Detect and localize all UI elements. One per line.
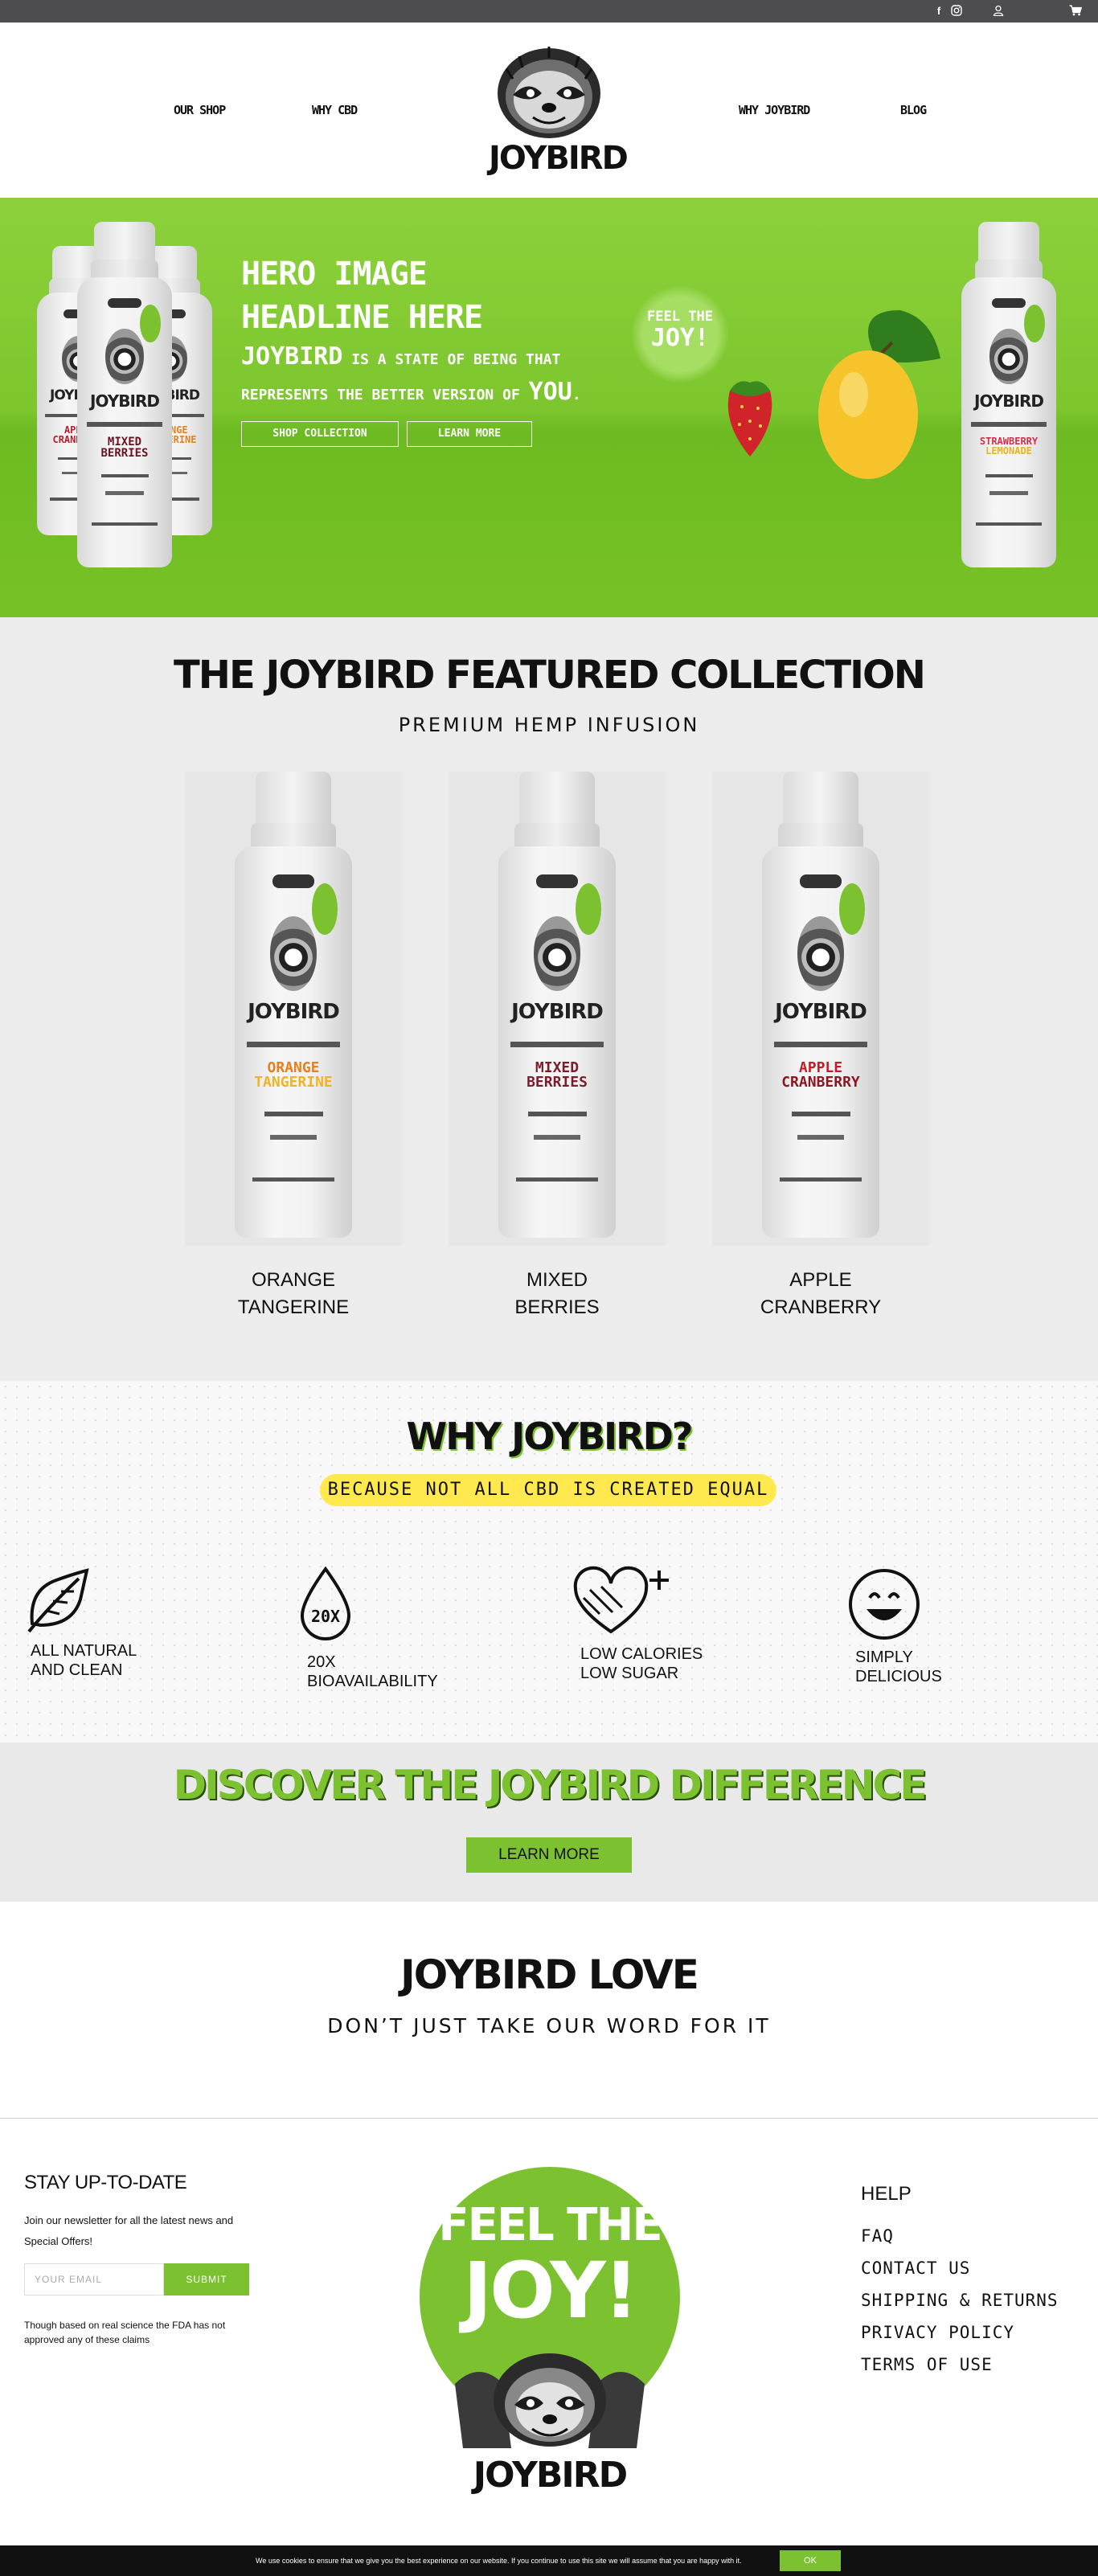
newsletter-title: STAY UP-TO-DATE	[24, 2172, 187, 2193]
site-footer: STAY UP-TO-DATE Join our newsletter for …	[0, 2119, 1098, 2545]
feature-label-natural: ALL NATURAL AND CLEAN	[31, 1642, 137, 1679]
help-link-contact[interactable]: CONTACT US	[861, 2259, 970, 2278]
hero-bottle-strawberry-lemonade: JOYBIRD STRAWBERRY LEMONADE	[961, 222, 1056, 567]
site-header: Our Shop Why CBD Why Joybird Blog JOYBIR…	[0, 23, 1098, 198]
cookie-ok-button[interactable]: OK	[780, 2550, 841, 2571]
fda-disclaimer: Though based on real science the FDA has…	[24, 2320, 226, 2345]
logo-wordmark: JOYBIRD	[489, 140, 629, 177]
love-subtitle: DON’T JUST TAKE OUR WORD FOR IT	[327, 2014, 771, 2037]
product-name-apple-cranberry[interactable]: APPLE CRANBERRY	[712, 1267, 929, 1321]
cookie-text: We use cookies to ensure that we give yo…	[256, 2557, 742, 2565]
nav-our-shop[interactable]: Our Shop	[174, 103, 226, 117]
hero-banner: JOYBIRD APPLECRANBERRY JOYBIRD ORANGETAN…	[0, 198, 1098, 617]
nav-why-cbd[interactable]: Why CBD	[312, 103, 358, 117]
strawberry-icon	[727, 381, 772, 457]
nav-why-joybird[interactable]: Why Joybird	[739, 103, 810, 117]
svg-text:20X: 20X	[311, 1607, 340, 1626]
why-tagline-pill: BECAUSE NOT ALL CBD IS CREATED EQUAL	[320, 1474, 776, 1506]
discover-section: DISCOVER THE JOYBIRD DIFFERENCE LEARN MO…	[0, 1743, 1098, 1902]
why-title: WHY JOYBIRD?	[406, 1415, 694, 1458]
featured-title: THE JOYBIRD FEATURED COLLECTION	[174, 653, 926, 698]
hero-bottle-mixed-berries: JOYBIRD MIXED BERRIES	[77, 222, 172, 567]
smiley-icon	[849, 1569, 920, 1640]
help-link-shipping[interactable]: SHIPPING & RETURNS	[861, 2291, 1059, 2310]
feature-label-bioavailability: 20X BIOAVAILABILITY	[307, 1653, 438, 1690]
cart-icon[interactable]	[1069, 5, 1083, 18]
product-name-orange-tangerine[interactable]: ORANGE TANGERINE	[185, 1267, 402, 1321]
feature-label-low-calories: LOW CALORIES LOW SUGAR	[580, 1645, 703, 1682]
product-image-mixed-berries[interactable]: JOYBIRD MIXED BERRIES	[449, 772, 666, 1246]
shop-collection-button[interactable]: SHOP COLLECTION	[241, 421, 399, 447]
top-bar: f	[0, 0, 1098, 23]
page: f Our Shop Why CBD Why Joybird Blog	[0, 0, 1098, 2576]
user-icon[interactable]	[992, 5, 1005, 18]
leaf-icon	[27, 1568, 89, 1633]
featured-subtitle: PREMIUM HEMP INFUSION	[398, 714, 700, 736]
love-title: JOYBIRD LOVE	[400, 1951, 699, 1998]
facebook-icon[interactable]: f	[932, 5, 945, 18]
feature-label-delicious: SIMPLY DELICIOUS	[855, 1648, 942, 1685]
drop-icon: 20X	[300, 1566, 351, 1640]
instagram-icon[interactable]	[950, 5, 963, 18]
lemon-icon	[818, 310, 940, 479]
newsletter-text: Join our newsletter for all the latest n…	[24, 2214, 234, 2247]
discover-learn-more-button[interactable]: LEARN MORE	[466, 1837, 632, 1873]
heart-plus-icon	[573, 1566, 669, 1634]
hero-headline: HERO IMAGE HEADLINE HERE	[241, 256, 483, 336]
cookie-bar: We use cookies to ensure that we give yo…	[0, 2545, 1098, 2576]
product-image-orange-tangerine[interactable]: JOYBIRD ORANGE TANGERINE	[185, 772, 402, 1246]
discover-title: DISCOVER THE JOYBIRD DIFFERENCE	[173, 1762, 928, 1808]
featured-collection: THE JOYBIRD FEATURED COLLECTION PREMIUM …	[0, 617, 1098, 1381]
nav-blog[interactable]: Blog	[900, 103, 927, 117]
hero-learn-more-button[interactable]: LEARN MORE	[407, 421, 532, 447]
email-input[interactable]	[24, 2263, 164, 2295]
product-image-apple-cranberry[interactable]: JOYBIRD APPLE CRANBERRY	[712, 772, 929, 1246]
help-link-privacy[interactable]: PRIVACY POLICY	[861, 2323, 1014, 2342]
help-link-terms[interactable]: TERMS OF USE	[861, 2355, 993, 2374]
help-title: HELP	[861, 2183, 912, 2205]
joybird-love-section: JOYBIRD LOVE DON’T JUST TAKE OUR WORD FO…	[0, 1902, 1098, 2119]
submit-button[interactable]: SUBMIT	[164, 2263, 249, 2295]
hero-subheadline: JOYBIRD IS A STATE OF BEING THAT REPRESE…	[241, 342, 581, 406]
why-joybird-section: WHY JOYBIRD? BECAUSE NOT ALL CBD IS CREA…	[0, 1381, 1098, 1743]
footer-wordmark: JOYBIRD	[473, 2455, 628, 2496]
site-logo[interactable]: JOYBIRD	[489, 37, 629, 177]
sloth-logo-icon	[498, 47, 600, 138]
help-link-faq[interactable]: FAQ	[861, 2226, 894, 2246]
product-name-mixed-berries[interactable]: MIXED BERRIES	[449, 1267, 666, 1321]
